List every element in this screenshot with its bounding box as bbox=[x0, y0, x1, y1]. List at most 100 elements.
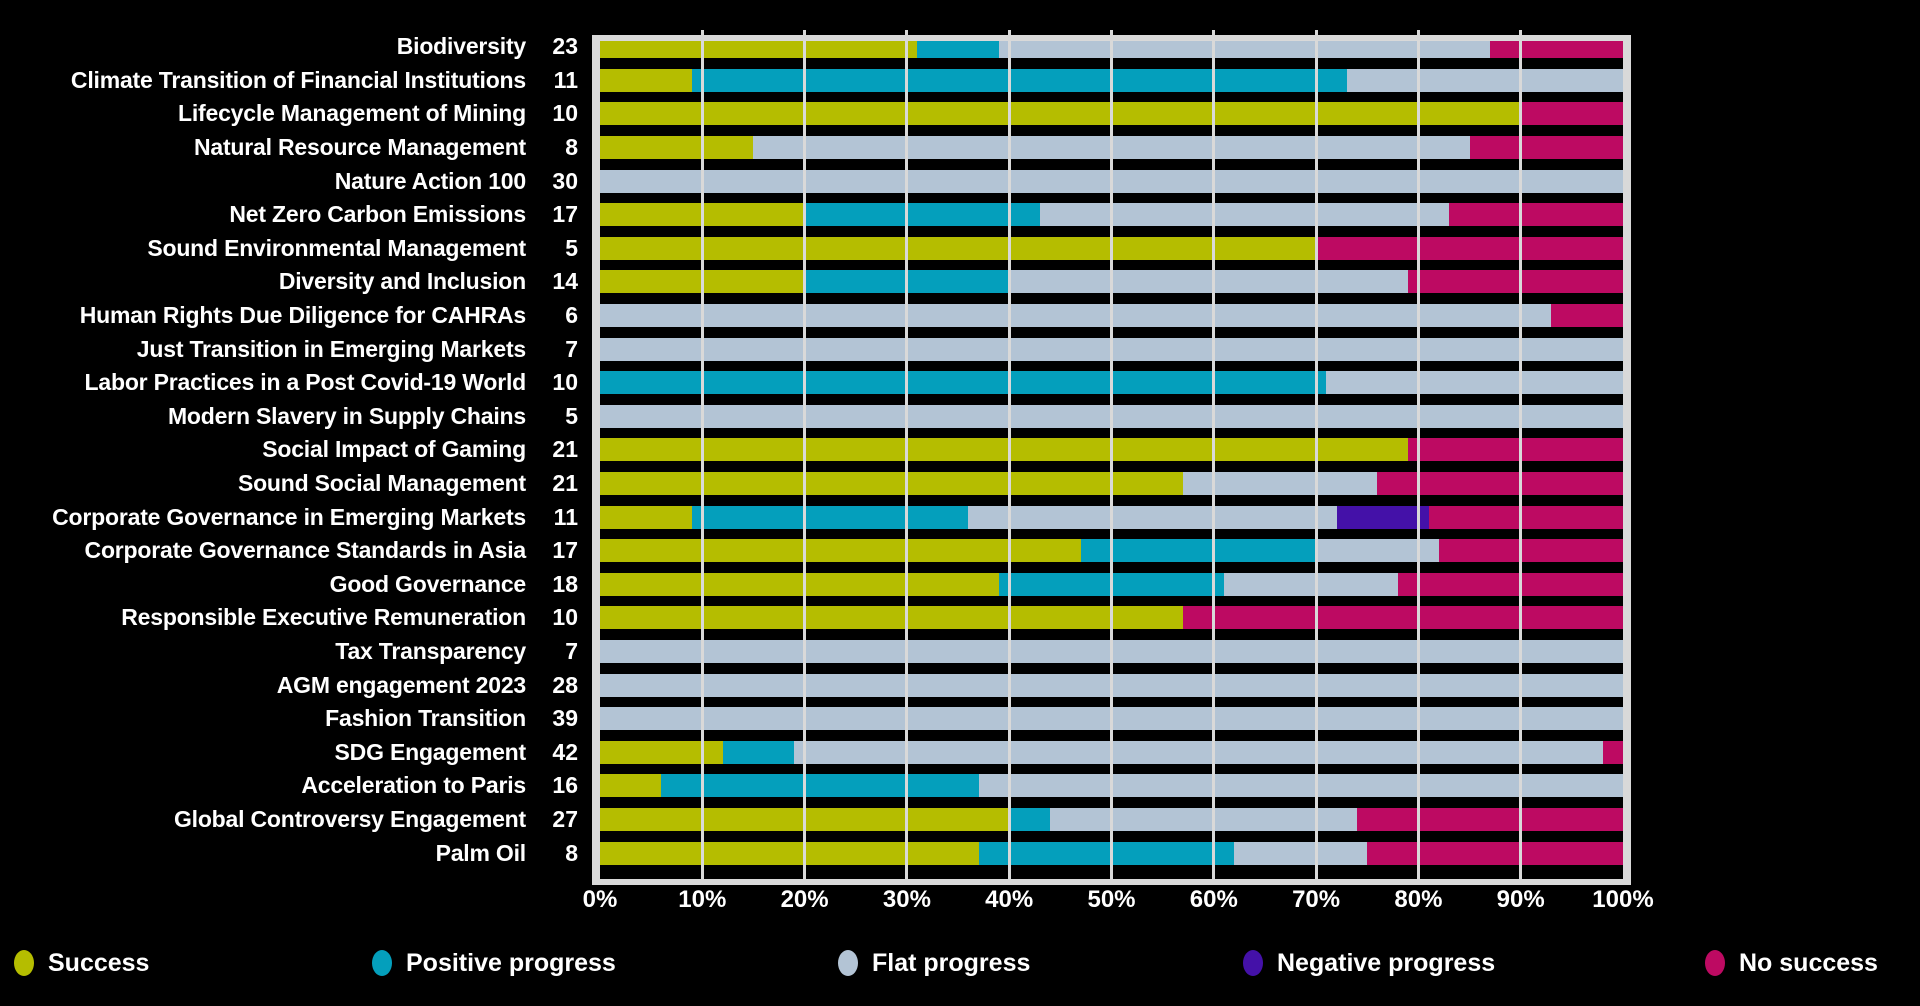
stacked-bar[interactable] bbox=[600, 841, 1623, 865]
bar-segment-flat-progress[interactable] bbox=[794, 740, 1603, 764]
legend-item[interactable]: Negative progress bbox=[1243, 950, 1495, 976]
stacked-bar[interactable] bbox=[600, 136, 1623, 160]
bar-segment-no-success[interactable] bbox=[1183, 606, 1623, 630]
bar-segment-no-success[interactable] bbox=[1428, 505, 1623, 529]
bar-segment-no-success[interactable] bbox=[1602, 740, 1623, 764]
bar-segment-success[interactable] bbox=[600, 572, 999, 596]
bar-segment-flat-progress[interactable] bbox=[998, 35, 1490, 59]
bar-segment-flat-progress[interactable] bbox=[1224, 572, 1398, 596]
bar-segment-positive-progress[interactable] bbox=[600, 371, 1327, 395]
bar-segment-flat-progress[interactable] bbox=[1346, 68, 1623, 92]
bar-segment-success[interactable] bbox=[600, 539, 1081, 563]
bar-segment-flat-progress[interactable] bbox=[600, 404, 1623, 428]
bar-segment-flat-progress[interactable] bbox=[1009, 270, 1409, 294]
legend-item[interactable]: Positive progress bbox=[372, 950, 616, 976]
bar-segment-success[interactable] bbox=[600, 808, 1010, 832]
bar-segment-negative-progress[interactable] bbox=[1336, 505, 1429, 529]
legend-item[interactable]: Flat progress bbox=[838, 950, 1030, 976]
bar-segment-success[interactable] bbox=[600, 505, 693, 529]
bar-segment-success[interactable] bbox=[600, 102, 1521, 126]
bar-segment-success[interactable] bbox=[600, 136, 754, 160]
bar-segment-positive-progress[interactable] bbox=[804, 203, 1040, 227]
x-tick-label: 10% bbox=[678, 886, 727, 913]
stacked-bar[interactable] bbox=[600, 371, 1623, 395]
stacked-bar[interactable] bbox=[600, 740, 1623, 764]
stacked-bar[interactable] bbox=[600, 673, 1623, 697]
bar-segment-success[interactable] bbox=[600, 35, 918, 59]
stacked-bar[interactable] bbox=[600, 774, 1623, 798]
stacked-bar[interactable] bbox=[600, 808, 1623, 832]
stacked-bar[interactable] bbox=[600, 169, 1623, 193]
bar-segment-flat-progress[interactable] bbox=[1316, 539, 1439, 563]
stacked-bar[interactable] bbox=[600, 236, 1623, 260]
bar-segment-success[interactable] bbox=[600, 472, 1184, 496]
bar-segment-flat-progress[interactable] bbox=[600, 640, 1623, 664]
bar-segment-no-success[interactable] bbox=[1316, 236, 1623, 260]
legend-item[interactable]: No success bbox=[1705, 950, 1878, 976]
row-label: Tax Transparency bbox=[335, 638, 526, 665]
bar-segment-positive-progress[interactable] bbox=[998, 572, 1225, 596]
bar-segment-flat-progress[interactable] bbox=[978, 774, 1623, 798]
bar-segment-no-success[interactable] bbox=[1520, 102, 1623, 126]
bar-segment-flat-progress[interactable] bbox=[968, 505, 1337, 529]
bar-segment-flat-progress[interactable] bbox=[1326, 371, 1623, 395]
bar-segment-no-success[interactable] bbox=[1449, 203, 1623, 227]
bar-segment-positive-progress[interactable] bbox=[1080, 539, 1317, 563]
bar-segment-positive-progress[interactable] bbox=[804, 270, 1010, 294]
bar-segment-flat-progress[interactable] bbox=[1234, 841, 1368, 865]
bar-segment-no-success[interactable] bbox=[1367, 841, 1623, 865]
bar-segment-flat-progress[interactable] bbox=[600, 337, 1623, 361]
bar-segment-flat-progress[interactable] bbox=[1039, 203, 1450, 227]
stacked-bar[interactable] bbox=[600, 707, 1623, 731]
bar-segment-no-success[interactable] bbox=[1551, 304, 1623, 328]
stacked-bar[interactable] bbox=[600, 438, 1623, 462]
bar-segment-success[interactable] bbox=[600, 68, 693, 92]
bar-segment-flat-progress[interactable] bbox=[753, 136, 1470, 160]
bar-segment-positive-progress[interactable] bbox=[692, 505, 969, 529]
legend-item[interactable]: Success bbox=[14, 950, 149, 976]
stacked-bar[interactable] bbox=[600, 606, 1623, 630]
bar-segment-success[interactable] bbox=[600, 841, 979, 865]
stacked-bar[interactable] bbox=[600, 404, 1623, 428]
bar-segment-flat-progress[interactable] bbox=[600, 169, 1623, 193]
stacked-bar[interactable] bbox=[600, 572, 1623, 596]
bar-segment-success[interactable] bbox=[600, 203, 805, 227]
stacked-bar[interactable] bbox=[600, 68, 1623, 92]
stacked-bar[interactable] bbox=[600, 35, 1623, 59]
stacked-bar[interactable] bbox=[600, 270, 1623, 294]
bar-segment-success[interactable] bbox=[600, 774, 662, 798]
bar-segment-flat-progress[interactable] bbox=[1183, 472, 1378, 496]
stacked-bar[interactable] bbox=[600, 203, 1623, 227]
bar-segment-positive-progress[interactable] bbox=[1009, 808, 1051, 832]
bar-segment-no-success[interactable] bbox=[1397, 572, 1623, 596]
stacked-bar[interactable] bbox=[600, 505, 1623, 529]
bar-segment-success[interactable] bbox=[600, 438, 1409, 462]
row-count: 17 bbox=[552, 537, 578, 564]
bar-segment-no-success[interactable] bbox=[1489, 35, 1623, 59]
stacked-bar[interactable] bbox=[600, 102, 1623, 126]
bar-segment-success[interactable] bbox=[600, 270, 805, 294]
bar-segment-no-success[interactable] bbox=[1408, 438, 1623, 462]
bar-segment-no-success[interactable] bbox=[1438, 539, 1623, 563]
bar-segment-no-success[interactable] bbox=[1356, 808, 1623, 832]
bar-segment-no-success[interactable] bbox=[1377, 472, 1623, 496]
bar-segment-flat-progress[interactable] bbox=[1050, 808, 1357, 832]
bar-segment-flat-progress[interactable] bbox=[600, 673, 1623, 697]
bar-segment-flat-progress[interactable] bbox=[600, 304, 1552, 328]
bar-segment-flat-progress[interactable] bbox=[600, 707, 1623, 731]
stacked-bar[interactable] bbox=[600, 337, 1623, 361]
bar-segment-success[interactable] bbox=[600, 606, 1184, 630]
stacked-bar[interactable] bbox=[600, 472, 1623, 496]
stacked-bar[interactable] bbox=[600, 539, 1623, 563]
bar-segment-positive-progress[interactable] bbox=[722, 740, 795, 764]
bar-segment-success[interactable] bbox=[600, 236, 1317, 260]
stacked-bar[interactable] bbox=[600, 304, 1623, 328]
bar-segment-no-success[interactable] bbox=[1469, 136, 1623, 160]
bar-segment-positive-progress[interactable] bbox=[978, 841, 1235, 865]
stacked-bar[interactable] bbox=[600, 640, 1623, 664]
bar-segment-no-success[interactable] bbox=[1408, 270, 1623, 294]
bar-segment-success[interactable] bbox=[600, 740, 723, 764]
bar-segment-positive-progress[interactable] bbox=[692, 68, 1347, 92]
bar-segment-positive-progress[interactable] bbox=[917, 35, 999, 59]
bar-segment-positive-progress[interactable] bbox=[661, 774, 979, 798]
